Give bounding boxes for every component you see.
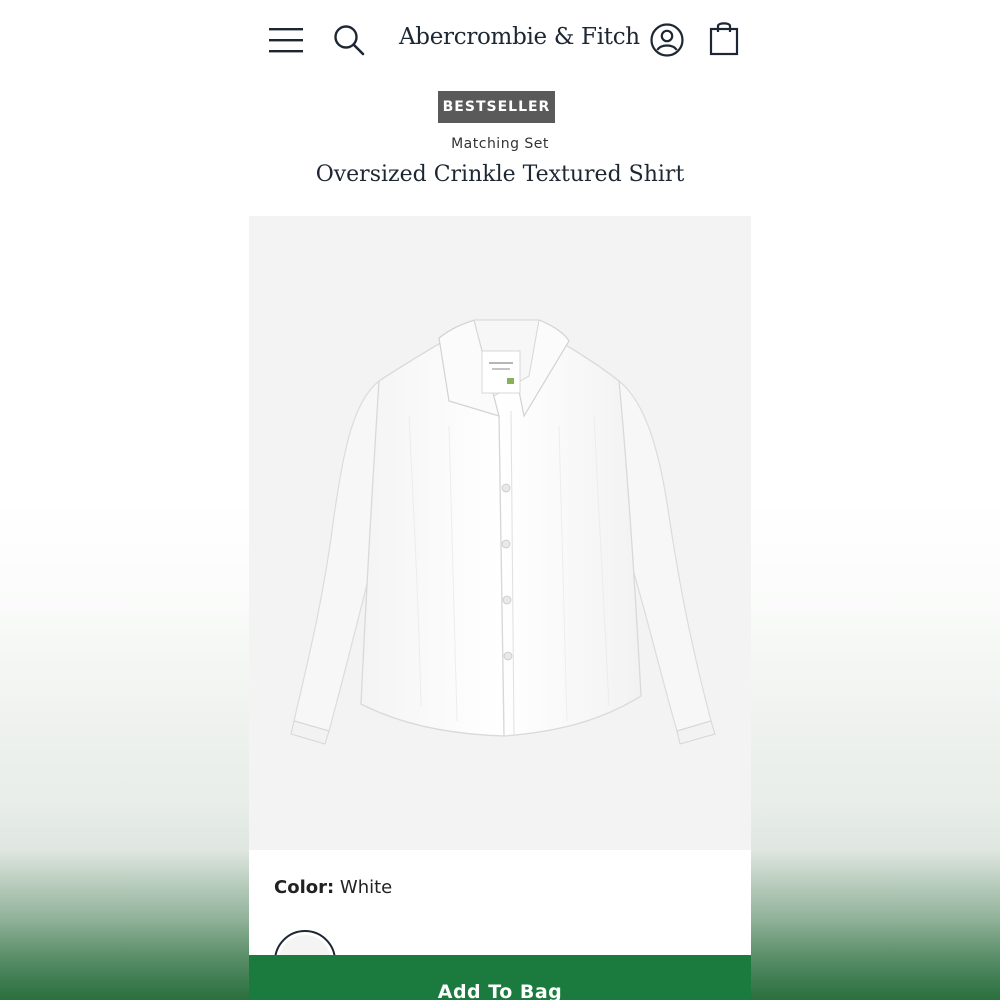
product-title: Oversized Crinkle Textured Shirt [315,162,685,187]
product-image[interactable] [249,216,751,850]
brand-logo[interactable]: Abercrombie & Fitch [399,24,640,50]
add-to-bag-button[interactable]: Add To Bag [249,955,751,1000]
bestseller-badge: BESTSELLER [438,91,555,123]
product-subtitle[interactable]: Matching Set [249,136,751,152]
color-selector-label: Color: White [274,877,392,898]
color-label: Color: [274,877,335,898]
shopping-bag-icon[interactable] [709,20,739,56]
account-icon[interactable] [650,23,684,57]
color-value: White [339,877,393,898]
shirt-image [290,319,716,745]
product-header: BESTSELLER Matching Set Oversized Crinkl… [249,80,751,216]
menu-icon[interactable] [269,27,303,53]
product-page: Abercrombie & Fitch BESTSELLER Matching … [249,0,751,1000]
search-icon[interactable] [333,24,365,56]
top-navigation-bar: Abercrombie & Fitch [249,0,751,80]
